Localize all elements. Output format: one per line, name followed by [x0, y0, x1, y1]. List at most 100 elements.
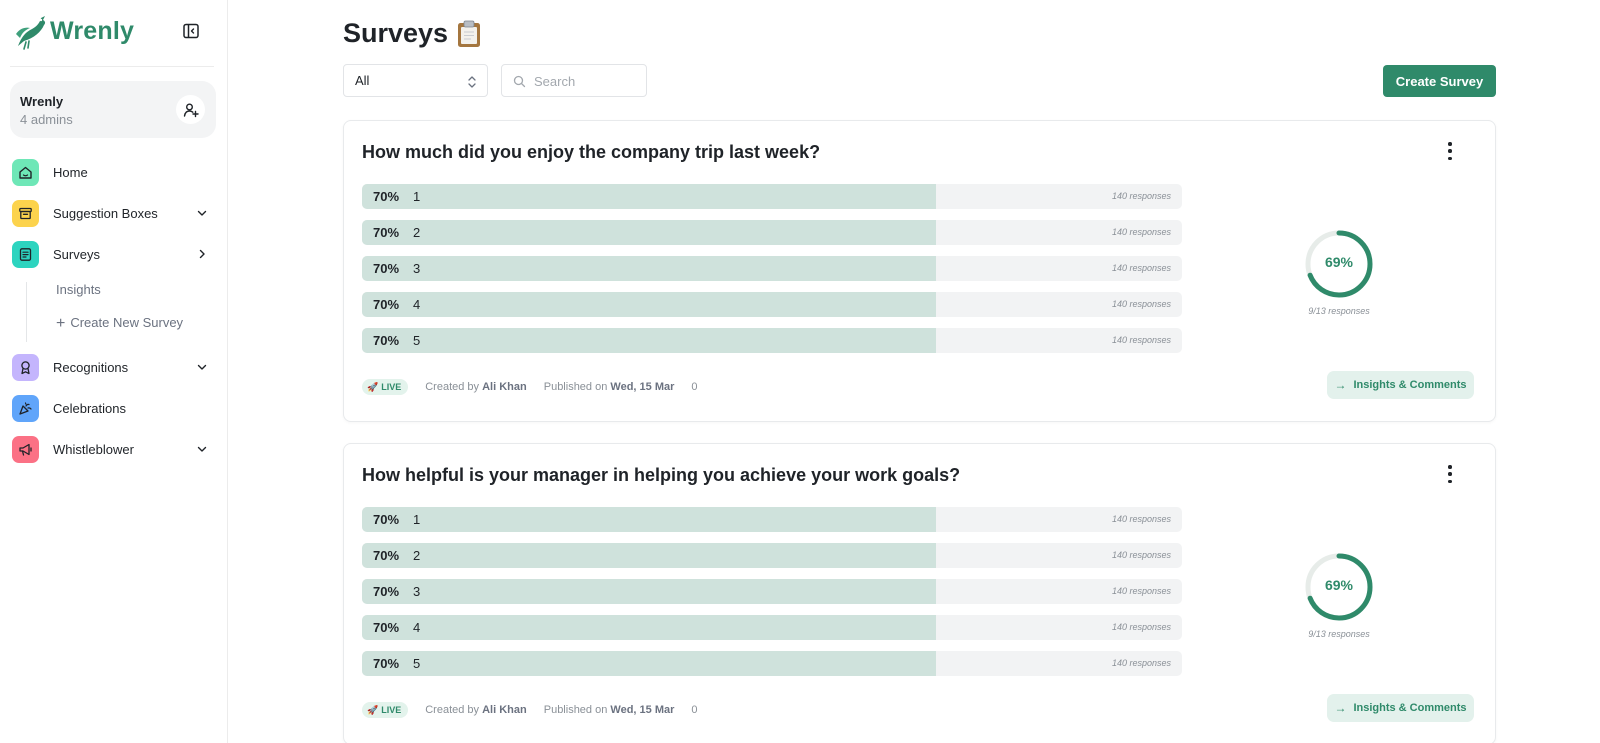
workspace-admin-count: 4 admins: [20, 112, 73, 127]
brand-logo[interactable]: Wrenly: [14, 11, 134, 51]
option-row: 70% 2 140 responses: [362, 543, 1182, 568]
option-percent: 70%: [373, 225, 400, 240]
created-by: Created by Ali Khan: [425, 381, 527, 393]
option-percent: 70%: [373, 261, 400, 276]
sidebar-collapse-icon: [183, 23, 199, 39]
sidebar-divider: [10, 66, 214, 67]
archive-box-icon: [12, 199, 39, 227]
home-icon: [12, 158, 39, 186]
option-responses: 140 responses: [1111, 335, 1171, 345]
insights-button-label: Insights & Comments: [1353, 379, 1467, 391]
option-bar-fill: [362, 579, 936, 604]
option-row: 70% 3 140 responses: [362, 579, 1182, 604]
search-box: [501, 64, 647, 97]
select-arrows-icon: [468, 76, 476, 88]
insights-comments-button[interactable]: → Insights & Comments: [1327, 694, 1474, 722]
sidebar-item-whistleblower[interactable]: Whistleblower: [12, 435, 216, 463]
award-ribbon-icon: [12, 353, 39, 381]
search-input[interactable]: [534, 72, 638, 90]
option-label: 1: [413, 189, 421, 204]
page-title: Surveys: [343, 18, 482, 49]
created-by-prefix: Created by: [425, 704, 480, 716]
sidebar-item-label: Whistleblower: [53, 441, 134, 457]
option-percent: 70%: [373, 512, 400, 527]
creator-name: Ali Khan: [482, 381, 527, 393]
survey-filter-select[interactable]: All: [343, 64, 488, 97]
sidebar: Wrenly Wrenly 4 admins Home Suggestion B…: [0, 0, 228, 743]
create-survey-button[interactable]: Create Survey: [1383, 65, 1496, 97]
add-user-icon: [183, 103, 199, 117]
published-on: Published on Wed, 15 Mar: [544, 704, 675, 716]
status-badge: 🚀 LIVE: [362, 379, 409, 395]
app-root: Wrenly Wrenly 4 admins Home Suggestion B…: [0, 0, 1600, 743]
option-label: 3: [413, 584, 421, 599]
plus-icon: +: [56, 315, 66, 332]
comments-count: 0: [691, 704, 698, 716]
option-row: 70% 5 140 responses: [362, 651, 1182, 676]
option-bar-fill: [362, 292, 936, 317]
status-text: LIVE: [381, 382, 402, 392]
workspace-name: Wrenly: [20, 94, 64, 109]
sidebar-subitem-create-new-survey[interactable]: + Create New Survey: [56, 315, 183, 333]
published-prefix: Published on: [543, 704, 608, 716]
sidebar-subitem-label: Create New Survey: [70, 315, 184, 330]
option-label: 5: [413, 333, 421, 348]
workspace-switcher[interactable]: Wrenly 4 admins: [10, 81, 216, 138]
option-row: 70% 5 140 responses: [362, 328, 1182, 353]
option-row: 70% 4 140 responses: [362, 292, 1182, 317]
option-label: 5: [413, 656, 421, 671]
submenu-guide-line: [26, 282, 27, 342]
option-percent: 70%: [373, 189, 400, 204]
option-percent: 70%: [373, 656, 400, 671]
option-percent: 70%: [373, 333, 400, 348]
sidebar-item-celebrations[interactable]: Celebrations: [12, 394, 216, 422]
chevron-down-icon: [197, 446, 207, 452]
published-date: Wed, 15 Mar: [610, 704, 675, 716]
survey-question: How much did you enjoy the company trip …: [362, 142, 821, 162]
sidebar-collapse-button[interactable]: [182, 22, 200, 40]
filter-selected-value: All: [355, 73, 370, 88]
option-responses: 140 responses: [1111, 299, 1171, 309]
option-bar-fill: [362, 543, 936, 568]
survey-card: How much did you enjoy the company trip …: [343, 120, 1496, 422]
option-row: 70% 1 140 responses: [362, 184, 1182, 209]
arrow-right-icon: →: [1334, 378, 1347, 392]
option-responses: 140 responses: [1111, 622, 1171, 632]
option-percent: 70%: [373, 620, 400, 635]
sidebar-item-label: Celebrations: [53, 400, 126, 416]
sidebar-subitem-insights[interactable]: Insights: [56, 282, 101, 297]
arrow-right-icon: →: [1334, 701, 1347, 715]
option-responses: 140 responses: [1111, 191, 1171, 201]
option-bar-fill: [362, 507, 936, 532]
insights-comments-button[interactable]: → Insights & Comments: [1327, 371, 1474, 399]
option-label: 3: [413, 261, 421, 276]
sidebar-item-surveys[interactable]: Surveys: [12, 240, 216, 268]
more-options-icon[interactable]: [1447, 142, 1453, 160]
add-admin-button[interactable]: [176, 95, 205, 124]
option-row: 70% 4 140 responses: [362, 615, 1182, 640]
sidebar-item-home[interactable]: Home: [12, 158, 216, 186]
option-row: 70% 3 140 responses: [362, 256, 1182, 281]
creator-name: Ali Khan: [482, 704, 527, 716]
sidebar-item-label: Home: [53, 164, 88, 180]
option-percent: 70%: [373, 584, 400, 599]
option-label: 4: [413, 297, 421, 312]
status-badge: 🚀 LIVE: [362, 702, 409, 718]
created-by-prefix: Created by: [425, 381, 480, 393]
sidebar-item-recognitions[interactable]: Recognitions: [12, 353, 216, 381]
option-label: 2: [413, 548, 421, 563]
option-responses: 140 responses: [1111, 550, 1171, 560]
page-title-text: Surveys: [343, 18, 449, 48]
more-options-icon[interactable]: [1447, 465, 1453, 483]
sidebar-item-suggestion-boxes[interactable]: Suggestion Boxes: [12, 199, 216, 227]
clipboard-icon: [458, 20, 481, 47]
chevron-right-icon: [199, 249, 205, 259]
chevron-down-icon: [197, 364, 207, 370]
option-responses: 140 responses: [1111, 263, 1171, 273]
option-row: 70% 2 140 responses: [362, 220, 1182, 245]
option-responses: 140 responses: [1111, 227, 1171, 237]
chevron-down-icon: [197, 210, 207, 216]
survey-question: How helpful is your manager in helping y…: [362, 465, 961, 485]
option-bar-fill: [362, 256, 936, 281]
option-label: 4: [413, 620, 421, 635]
